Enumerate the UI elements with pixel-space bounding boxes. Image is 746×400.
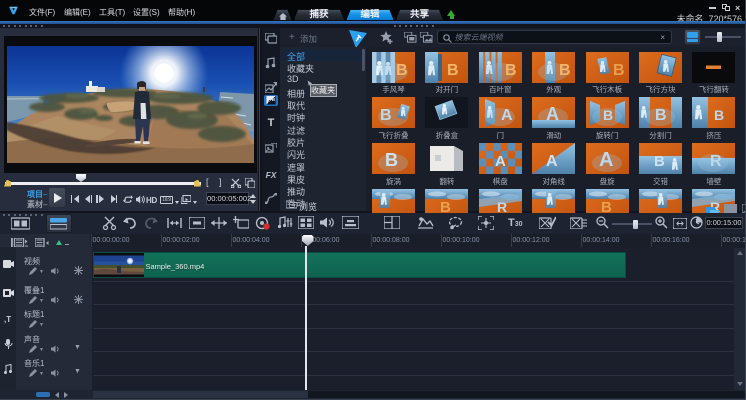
svg-text:B: B bbox=[396, 62, 408, 79]
svg-text:A: A bbox=[599, 149, 613, 171]
svg-text:B: B bbox=[654, 153, 665, 170]
svg-text:A: A bbox=[546, 153, 558, 170]
svg-text:B: B bbox=[603, 107, 613, 123]
svg-text:B: B bbox=[714, 107, 724, 123]
svg-text:B: B bbox=[613, 62, 625, 79]
svg-text:A: A bbox=[501, 107, 513, 124]
svg-text:B: B bbox=[655, 107, 667, 124]
svg-text:B: B bbox=[385, 150, 398, 170]
svg-text:B: B bbox=[505, 62, 517, 79]
svg-text:R: R bbox=[710, 153, 722, 170]
svg-text:B: B bbox=[559, 62, 571, 79]
svg-text:B: B bbox=[380, 107, 392, 124]
svg-text:B: B bbox=[447, 62, 459, 79]
svg-text:A: A bbox=[495, 153, 506, 170]
